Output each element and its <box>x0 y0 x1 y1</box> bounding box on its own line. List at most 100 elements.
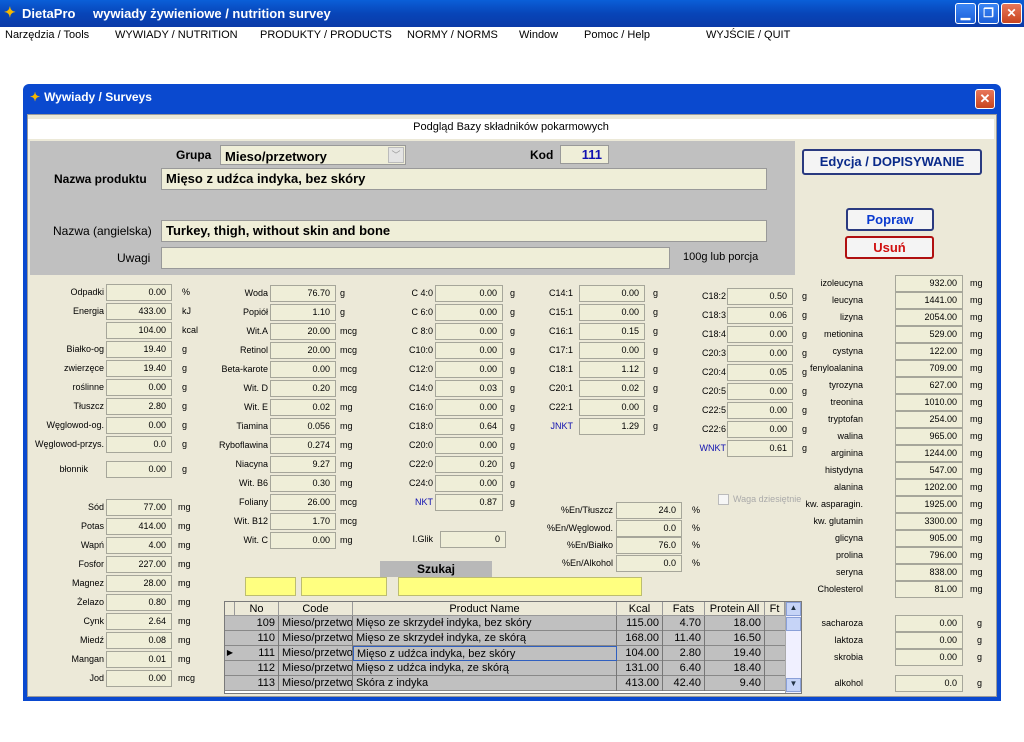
scroll-down-icon[interactable]: ▼ <box>786 678 801 692</box>
table-row[interactable]: 112 Mieso/przetwo Mięso z udźca indyka, ze… <box>225 661 801 676</box>
metionina-value[interactable]: 529.00 <box>895 326 963 343</box>
uwagi-field[interactable] <box>161 247 670 269</box>
menu-nutrition[interactable]: WYWIADY / NUTRITION <box>115 29 238 41</box>
c22-1-value[interactable]: 0.00 <box>579 399 645 416</box>
chevron-down-icon[interactable]: ﹀ <box>388 147 404 163</box>
retinol-value[interactable]: 20.00 <box>270 342 336 359</box>
table-cell[interactable]: Skóra z indyka <box>353 676 617 691</box>
table-cell[interactable]: Mięso ze skrzydeł indyka, bez skóry <box>353 616 617 631</box>
tryptofan-value[interactable]: 254.00 <box>895 411 963 428</box>
arginina-value[interactable]: 1244.00 <box>895 445 963 462</box>
-en-w-glowod--value[interactable]: 0.0 <box>616 519 682 537</box>
menu-window[interactable]: Window <box>519 29 558 41</box>
table-cell[interactable]: 109 <box>235 616 279 631</box>
cholesterol-value[interactable]: 81.00 <box>895 581 963 598</box>
i-glik-value[interactable]: 0 <box>440 531 506 548</box>
table-cell[interactable]: 19.40 <box>705 646 765 661</box>
c20-0-value[interactable]: 0.00 <box>435 437 503 454</box>
minimize-button[interactable]: ▁ <box>955 3 976 24</box>
mangan-value[interactable]: 0.01 <box>106 651 172 668</box>
c18-1-value[interactable]: 1.12 <box>579 361 645 378</box>
sacharoza-value[interactable]: 0.00 <box>895 615 963 632</box>
menu-norms[interactable]: NORMY / NORMS <box>407 29 498 41</box>
search-code-input[interactable] <box>301 577 387 596</box>
energia-value[interactable]: 433.00 <box>106 303 172 320</box>
c24-0-value[interactable]: 0.00 <box>435 475 503 492</box>
-elazo-value[interactable]: 0.80 <box>106 594 172 611</box>
lizyna-value[interactable]: 2054.00 <box>895 309 963 326</box>
jod-value[interactable]: 0.00 <box>106 670 172 687</box>
table-cell[interactable]: 115.00 <box>617 616 663 631</box>
wit-c-value[interactable]: 0.00 <box>270 532 336 549</box>
fix-button[interactable]: Popraw <box>846 208 934 231</box>
restore-button[interactable]: ❐ <box>978 3 999 24</box>
-en-alkohol-value[interactable]: 0.0 <box>616 554 682 572</box>
c14-1-value[interactable]: 0.00 <box>579 285 645 302</box>
table-cell[interactable]: Mięso z udźca indyka, bez skóry <box>353 646 617 661</box>
table-cell[interactable]: 413.00 <box>617 676 663 691</box>
woda-value[interactable]: 76.70 <box>270 285 336 302</box>
skrobia-value[interactable]: 0.00 <box>895 649 963 666</box>
niacyna-value[interactable]: 9.27 <box>270 456 336 473</box>
leucyna-value[interactable]: 1441.00 <box>895 292 963 309</box>
wit-b12-value[interactable]: 1.70 <box>270 513 336 530</box>
checkbox-icon[interactable] <box>718 494 729 505</box>
wap--value[interactable]: 4.00 <box>106 537 172 554</box>
fenyloalanina-value[interactable]: 709.00 <box>895 360 963 377</box>
table-cell[interactable]: Mięso ze skrzydeł indyka, ze skórą <box>353 631 617 646</box>
treonina-value[interactable]: 1010.00 <box>895 394 963 411</box>
zwierz-ce-value[interactable]: 19.40 <box>106 360 172 377</box>
table-cell[interactable]: 113 <box>235 676 279 691</box>
table-cell[interactable]: 18.40 <box>705 661 765 676</box>
w-glowod-przys--value[interactable]: 0.0 <box>106 436 172 453</box>
table-scrollbar[interactable]: ▲ ▼ <box>785 602 801 693</box>
b-onnik-value[interactable]: 0.00 <box>106 461 172 478</box>
col-fats[interactable]: Fats <box>663 602 705 616</box>
dialog-close-button[interactable]: ✕ <box>975 89 995 109</box>
c-8-0-value[interactable]: 0.00 <box>435 323 503 340</box>
menu-products[interactable]: PRODUKTY / PRODUCTS <box>260 29 392 41</box>
histydyna-value[interactable]: 547.00 <box>895 462 963 479</box>
kod-field[interactable]: 111 <box>560 145 609 164</box>
-en-bia-ko-value[interactable]: 76.0 <box>616 537 682 554</box>
tiamina-value[interactable]: 0.056 <box>270 418 336 435</box>
search-no-input[interactable] <box>245 577 296 596</box>
col1-2-value[interactable]: 104.00 <box>106 322 172 339</box>
wit-d-value[interactable]: 0.20 <box>270 380 336 397</box>
table-row[interactable]: 110 Mieso/przetwo Mięso ze skrzydeł indyka… <box>225 631 801 646</box>
table-row[interactable]: 109 Mieso/przetwo Mięso ze skrzydeł indyka… <box>225 616 801 631</box>
bia-ko-og-value[interactable]: 19.40 <box>106 341 172 358</box>
w-glowod-og--value[interactable]: 0.00 <box>106 417 172 434</box>
walina-value[interactable]: 965.00 <box>895 428 963 445</box>
table-cell[interactable]: 4.70 <box>663 616 705 631</box>
c18-0-value[interactable]: 0.64 <box>435 418 503 435</box>
table-cell[interactable]: 16.50 <box>705 631 765 646</box>
cynk-value[interactable]: 2.64 <box>106 613 172 630</box>
fosfor-value[interactable]: 227.00 <box>106 556 172 573</box>
c12-0-value[interactable]: 0.00 <box>435 361 503 378</box>
table-cell[interactable]: Mięso z udźca indyka, ze skórą <box>353 661 617 676</box>
table-cell[interactable]: Mieso/przetwo <box>279 631 353 646</box>
seryna-value[interactable]: 838.00 <box>895 564 963 581</box>
s-d-value[interactable]: 77.00 <box>106 499 172 516</box>
waga-checkbox[interactable]: Waga dziesiętnie <box>718 492 808 507</box>
jnkt-value[interactable]: 1.29 <box>579 418 645 435</box>
foliany-value[interactable]: 26.00 <box>270 494 336 511</box>
nkt-value[interactable]: 0.87 <box>435 494 503 511</box>
c16-0-value[interactable]: 0.00 <box>435 399 503 416</box>
glicyna-value[interactable]: 905.00 <box>895 530 963 547</box>
table-cell[interactable]: 110 <box>235 631 279 646</box>
popi--value[interactable]: 1.10 <box>270 304 336 321</box>
-en-t-uszcz-value[interactable]: 24.0 <box>616 502 682 519</box>
c10-0-value[interactable]: 0.00 <box>435 342 503 359</box>
wit-a-value[interactable]: 20.00 <box>270 323 336 340</box>
t-uszcz-value[interactable]: 2.80 <box>106 398 172 415</box>
col-kcal[interactable]: Kcal <box>617 602 663 616</box>
table-cell[interactable]: 112 <box>235 661 279 676</box>
ro-linne-value[interactable]: 0.00 <box>106 379 172 396</box>
kw-asparagin--value[interactable]: 1925.00 <box>895 496 963 513</box>
mied--value[interactable]: 0.08 <box>106 632 172 649</box>
menu-tools[interactable]: Narzędzia / Tools <box>5 29 89 41</box>
izoleucyna-value[interactable]: 932.00 <box>895 275 963 292</box>
scroll-thumb[interactable] <box>786 617 801 631</box>
